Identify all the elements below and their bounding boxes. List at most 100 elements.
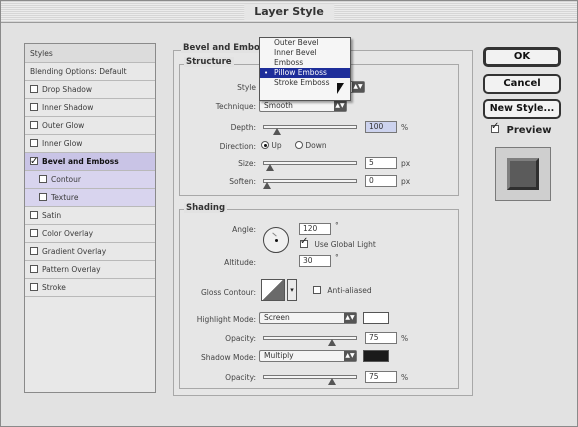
size-slider[interactable] — [263, 161, 357, 165]
direction-up-radio[interactable]: Up — [261, 141, 282, 150]
angle-dial[interactable] — [263, 227, 289, 253]
checkbox-icon[interactable] — [30, 247, 38, 255]
checkbox-icon[interactable] — [30, 283, 38, 291]
sidebar-item-gradient-overlay[interactable]: Gradient Overlay — [25, 243, 155, 261]
sidebar-item-label: Bevel and Emboss — [42, 157, 119, 166]
popup-arrows-icon: ▲▼ — [352, 82, 364, 92]
shadow-opacity-value: 75 — [369, 372, 379, 381]
layer-style-dialog: Layer Style Styles Blending Options: Defa… — [0, 0, 578, 427]
checkbox-icon[interactable] — [30, 229, 38, 237]
sidebar-item-label: Blending Options: Default — [30, 67, 127, 76]
altitude-value: 30 — [303, 256, 313, 265]
angle-field[interactable]: 120 — [299, 223, 331, 235]
preview-label: Preview — [506, 125, 552, 136]
checkbox-icon[interactable] — [30, 153, 38, 170]
checkbox-icon[interactable] — [30, 139, 38, 147]
sidebar-item-stroke[interactable]: Stroke — [25, 279, 155, 297]
depth-field[interactable]: 100 — [365, 121, 397, 133]
style-menu-item[interactable]: • Pillow Emboss — [260, 68, 350, 78]
technique-popup[interactable]: Smooth ▲▼ — [259, 100, 347, 112]
sidebar-item-label: Gradient Overlay — [42, 247, 107, 256]
shadow-color-swatch[interactable] — [363, 350, 389, 362]
highlight-opacity-value: 75 — [369, 333, 379, 342]
checkbox-icon — [313, 286, 321, 294]
style-menu-item-label: Outer Bevel — [274, 38, 319, 47]
sidebar-item-label: Satin — [42, 211, 62, 220]
soften-value: 0 — [369, 176, 374, 185]
size-label: Size: — [238, 159, 256, 168]
style-preview — [495, 147, 551, 201]
altitude-unit: ° — [335, 253, 339, 262]
sidebar-item-styles[interactable]: Styles — [25, 44, 155, 63]
shadow-mode-popup[interactable]: Multiply ▲▼ — [259, 350, 357, 362]
soften-unit: px — [401, 177, 411, 186]
angle-label: Angle: — [232, 225, 256, 234]
highlight-color-swatch[interactable] — [363, 312, 389, 324]
highlight-mode-popup[interactable]: Screen ▲▼ — [259, 312, 357, 324]
style-menu-item[interactable]: Emboss — [260, 58, 350, 68]
style-menu-item-label: Emboss — [274, 58, 304, 67]
soften-slider[interactable] — [263, 179, 357, 183]
gloss-contour-label: Gloss Contour: — [200, 288, 256, 297]
soften-field[interactable]: 0 — [365, 175, 397, 187]
altitude-field[interactable]: 30 — [299, 255, 331, 267]
highlight-opacity-field[interactable]: 75 — [365, 332, 397, 344]
shading-title: Shading — [184, 203, 228, 213]
sidebar-item-label: Inner Shadow — [42, 103, 94, 112]
sidebar-item-satin[interactable]: Satin — [25, 207, 155, 225]
sidebar-item-contour[interactable]: Contour — [25, 171, 155, 189]
size-field[interactable]: 5 — [365, 157, 397, 169]
preview-checkbox[interactable]: Preview — [491, 121, 552, 136]
altitude-label: Altitude: — [224, 258, 256, 267]
checkbox-icon[interactable] — [39, 175, 47, 183]
checkbox-icon[interactable] — [30, 211, 38, 219]
sidebar-item-label: Drop Shadow — [42, 85, 93, 94]
direction-down-label: Down — [305, 141, 327, 150]
use-global-light-checkbox[interactable]: Use Global Light — [300, 236, 376, 249]
angle-hand — [272, 232, 277, 237]
size-value: 5 — [369, 158, 374, 167]
soften-slider-thumb[interactable] — [263, 182, 271, 189]
size-slider-thumb[interactable] — [265, 164, 274, 171]
sidebar-item-bevel-and-emboss[interactable]: Bevel and Emboss — [25, 153, 155, 171]
sidebar-item-label: Stroke — [42, 283, 66, 292]
sidebar-item-inner-glow[interactable]: Inner Glow — [25, 135, 155, 153]
shadow-opacity-slider[interactable] — [263, 375, 357, 379]
direction-down-radio[interactable]: Down — [295, 141, 327, 150]
checkbox-icon[interactable] — [30, 121, 38, 129]
sidebar-item-color-overlay[interactable]: Color Overlay — [25, 225, 155, 243]
style-menu-item-label: Inner Bevel — [274, 48, 317, 57]
cancel-button[interactable]: Cancel — [483, 74, 561, 94]
title-bar[interactable]: Layer Style — [1, 1, 577, 23]
sidebar-item-texture[interactable]: Texture — [25, 189, 155, 207]
anti-aliased-checkbox[interactable]: Anti-aliased — [313, 286, 372, 295]
technique-label: Technique: — [215, 102, 256, 111]
sidebar-item-outer-glow[interactable]: Outer Glow — [25, 117, 155, 135]
style-menu-item[interactable]: Outer Bevel — [260, 38, 350, 48]
checkbox-icon[interactable] — [30, 85, 38, 93]
gloss-contour-thumbnail[interactable] — [261, 279, 285, 301]
depth-value: 100 — [369, 122, 384, 131]
bullet-icon: • — [264, 69, 269, 77]
sidebar-item-label: Inner Glow — [42, 139, 83, 148]
angle-value: 120 — [303, 224, 318, 233]
depth-label: Depth: — [230, 123, 256, 132]
ok-button[interactable]: OK — [483, 47, 561, 67]
sidebar-item-label: Contour — [51, 175, 81, 184]
sidebar-item-blending-options-default[interactable]: Blending Options: Default — [25, 63, 155, 81]
sidebar-item-drop-shadow[interactable]: Drop Shadow — [25, 81, 155, 99]
gloss-contour-menu-icon[interactable]: ▾ — [287, 279, 297, 301]
checkbox-icon[interactable] — [39, 193, 47, 201]
highlight-opacity-slider[interactable] — [263, 336, 357, 340]
depth-slider-thumb[interactable] — [273, 128, 282, 135]
new-style-button[interactable]: New Style... — [483, 99, 561, 119]
sidebar-item-inner-shadow[interactable]: Inner Shadow — [25, 99, 155, 117]
checkbox-icon[interactable] — [30, 103, 38, 111]
use-global-light-label: Use Global Light — [314, 240, 376, 249]
shadow-opacity-field[interactable]: 75 — [365, 371, 397, 383]
style-menu-item[interactable]: Inner Bevel — [260, 48, 350, 58]
checkbox-icon[interactable] — [30, 265, 38, 273]
highlight-opacity-thumb[interactable] — [327, 339, 336, 346]
sidebar-item-pattern-overlay[interactable]: Pattern Overlay — [25, 261, 155, 279]
shadow-opacity-thumb[interactable] — [327, 378, 336, 385]
